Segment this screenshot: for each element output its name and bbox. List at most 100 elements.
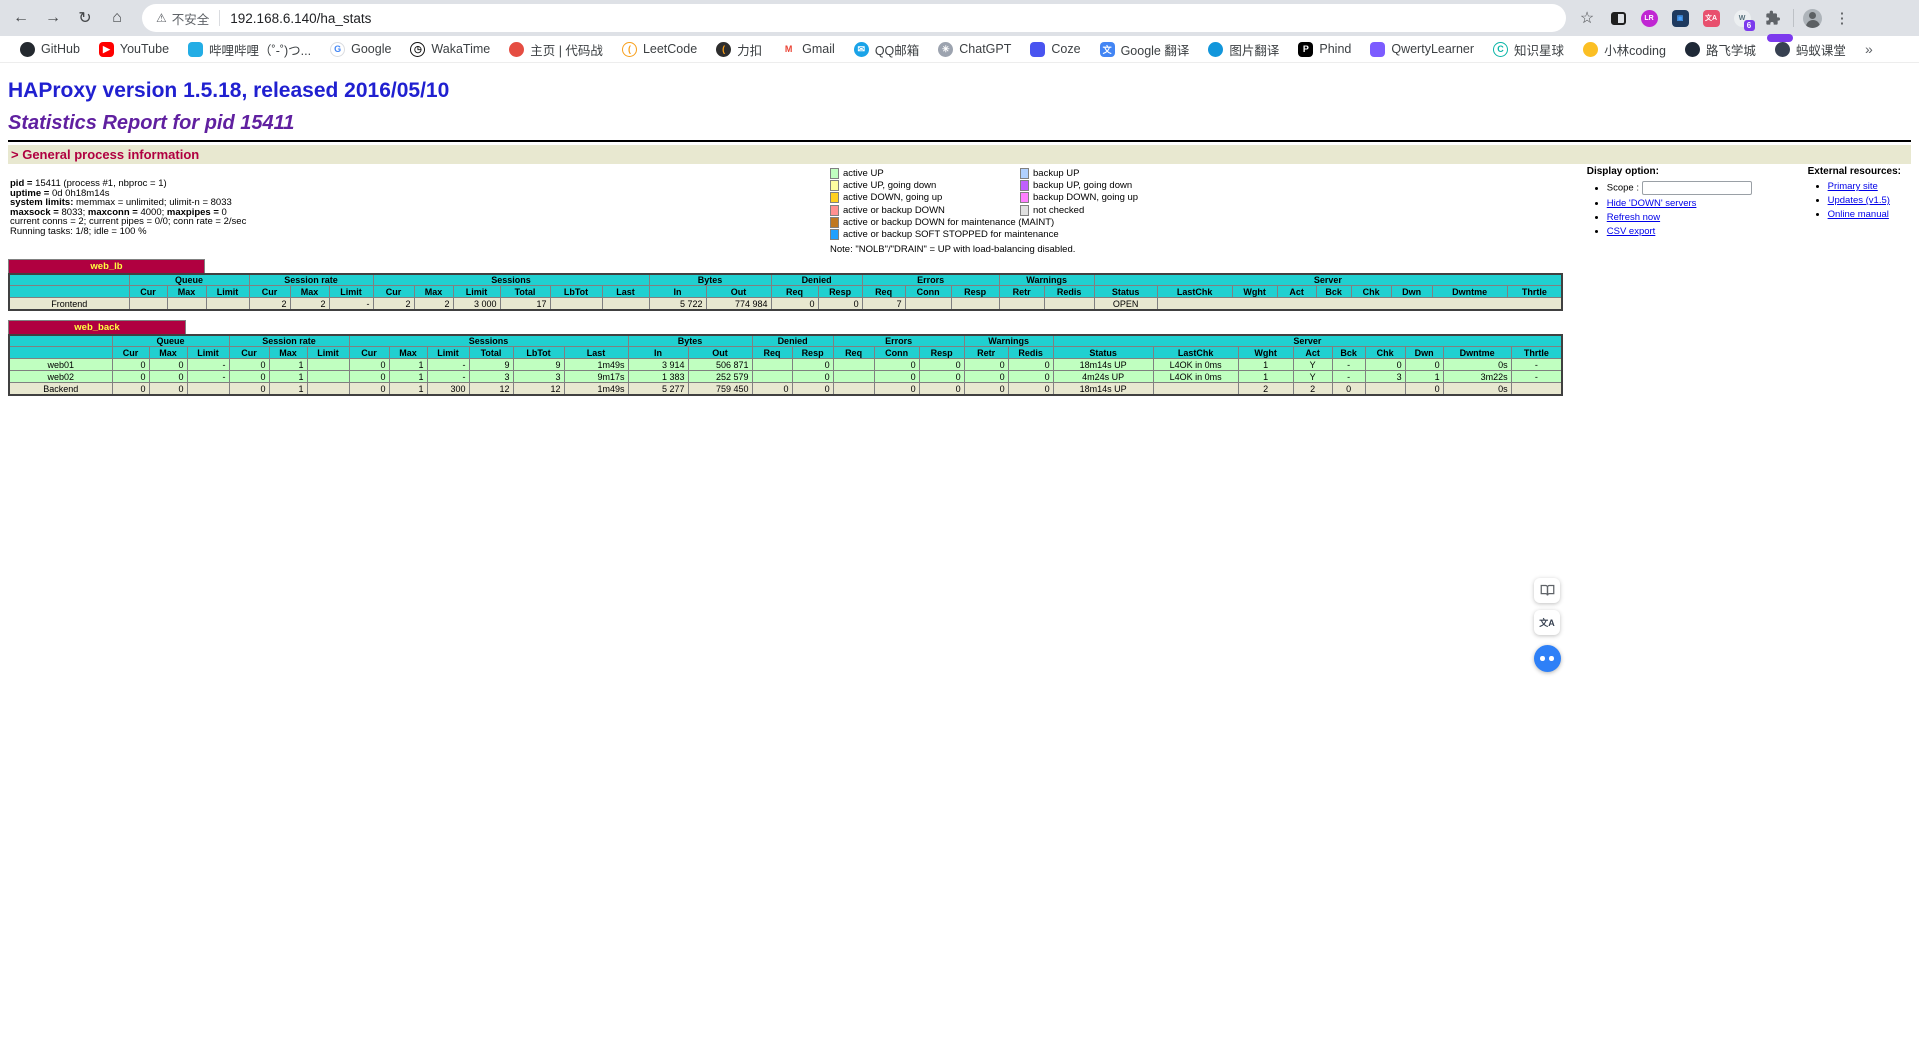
home-button[interactable]: ⌂: [104, 5, 130, 31]
bookmark-image-translate[interactable]: 图片翻译: [1208, 40, 1279, 59]
stat-cell: 759 450: [688, 383, 752, 395]
daimazhan-favicon: [509, 42, 524, 57]
bookmark-phind[interactable]: PPhind: [1298, 42, 1351, 57]
external-resource-link-0[interactable]: Primary site: [1828, 181, 1878, 192]
column-header: LastChk: [1157, 286, 1232, 298]
bookmarks-overflow-button[interactable]: »: [1865, 41, 1873, 57]
group-header: Queue: [129, 274, 249, 286]
external-resource-link-2[interactable]: Online manual: [1828, 209, 1889, 220]
bookmark-coze[interactable]: Coze: [1030, 42, 1080, 57]
column-header: Last: [602, 286, 649, 298]
stat-cell: [307, 383, 349, 395]
url-text[interactable]: 192.168.6.140/ha_stats: [230, 11, 371, 26]
column-header: Last: [564, 347, 628, 359]
column-header: Limit: [206, 286, 249, 298]
side-panel-button[interactable]: [1607, 7, 1629, 29]
chatgpt-favicon: ✳: [938, 42, 953, 57]
stat-cell: 0: [792, 359, 833, 371]
group-header: Queue: [112, 335, 229, 347]
column-header: Out: [688, 347, 752, 359]
stat-cell: [1365, 383, 1405, 395]
capture-extension-button[interactable]: ▣: [1669, 7, 1691, 29]
forward-icon: →: [45, 9, 61, 27]
assistant-float-button[interactable]: [1534, 645, 1561, 672]
stat-cell: 2: [290, 298, 329, 310]
column-header: Max: [167, 286, 206, 298]
stat-cell: [307, 371, 349, 383]
bookmark-qwerty-learner[interactable]: QwertyLearner: [1370, 42, 1474, 57]
bookmark-zhishixingqiu[interactable]: C知识星球: [1493, 40, 1564, 59]
back-button[interactable]: ←: [8, 5, 34, 31]
bookmark-mayi-ketang[interactable]: 蚂蚁课堂: [1775, 40, 1846, 59]
bookmark-lufei-xuecheng[interactable]: 路飞学城: [1685, 40, 1756, 59]
column-header: Chk: [1365, 347, 1405, 359]
bookmark-label: 蚂蚁课堂: [1796, 40, 1846, 59]
stats-table: QueueSession rateSessionsBytesDeniedErro…: [8, 273, 1563, 311]
translate-extension-button[interactable]: 文A: [1700, 7, 1722, 29]
back-icon: ←: [13, 9, 29, 27]
wappalyzer-extension-button[interactable]: W6: [1731, 7, 1753, 29]
external-resource-link-1[interactable]: Updates (v1.5): [1828, 195, 1890, 206]
forward-button[interactable]: →: [40, 5, 66, 31]
haproxy-version-link[interactable]: HAProxy version 1.5.18, released 2016/05…: [8, 79, 449, 102]
bookmark-google-translate[interactable]: 文Google 翻译: [1100, 40, 1190, 59]
stat-cell: 0: [149, 383, 187, 395]
bookmark-github[interactable]: GitHub: [20, 42, 80, 57]
stat-value: 0: [956, 372, 961, 383]
bookmark-likou[interactable]: (力扣: [716, 40, 762, 59]
page-title: HAProxy version 1.5.18, released 2016/05…: [8, 79, 1911, 103]
security-label[interactable]: 不安全: [172, 9, 210, 28]
stat-value: 17: [537, 299, 547, 310]
scope-input[interactable]: [1642, 181, 1752, 195]
profile-avatar[interactable]: [1803, 9, 1822, 28]
column-header: Wght: [1238, 347, 1293, 359]
bookmark-youtube[interactable]: ▶YouTube: [99, 42, 169, 57]
stat-cell: 0: [874, 359, 919, 371]
group-header: [9, 274, 129, 286]
reload-icon: ↻: [78, 8, 91, 28]
display-option-link-1[interactable]: Refresh now: [1607, 212, 1660, 223]
extensions-puzzle-button[interactable]: [1762, 7, 1784, 29]
lr-extension-button[interactable]: LR: [1638, 7, 1660, 29]
book-icon: [1540, 583, 1555, 598]
legend-item: active or backup SOFT STOPPED for mainte…: [830, 229, 1059, 240]
bookmark-star-icon[interactable]: ☆: [1576, 7, 1598, 29]
bookmark-chatgpt[interactable]: ✳ChatGPT: [938, 42, 1011, 57]
bookmark-qqmail[interactable]: ✉QQ邮箱: [854, 40, 919, 59]
browser-menu-button[interactable]: ⋮: [1831, 7, 1853, 29]
stat-cell: 774 984: [706, 298, 771, 310]
legend-swatch: [1020, 168, 1029, 179]
bookmark-gmail[interactable]: MGmail: [781, 42, 835, 57]
stat-cell: 1m49s: [564, 359, 628, 371]
proxy-name-link[interactable]: web_lb: [90, 261, 122, 272]
translate-float-button[interactable]: 文A: [1534, 610, 1560, 635]
display-option-link-0[interactable]: Hide 'DOWN' servers: [1607, 198, 1697, 209]
bookmark-google[interactable]: GGoogle: [330, 42, 391, 57]
column-header-row: CurMaxLimitCurMaxLimitCurMaxLimitTotalLb…: [9, 286, 1562, 298]
bookmark-xiaolin-coding[interactable]: 小林coding: [1583, 40, 1666, 59]
stat-cell: 18m14s UP: [1053, 383, 1153, 395]
legend-item: backup UP: [1020, 168, 1210, 179]
group-header: Bytes: [649, 274, 771, 286]
reload-button[interactable]: ↻: [72, 5, 98, 31]
bookmark-bilibili[interactable]: 哔哩哔哩（˚-˚)つ...: [188, 40, 311, 59]
proxy-tables: web_lbQueueSession rateSessionsBytesDeni…: [8, 259, 1911, 396]
stat-cell: [752, 371, 792, 383]
group-header: Denied: [752, 335, 833, 347]
address-bar[interactable]: ⚠ 不安全 192.168.6.140/ha_stats: [142, 4, 1566, 32]
stat-cell: [905, 298, 951, 310]
column-header-row: CurMaxLimitCurMaxLimitCurMaxLimitTotalLb…: [9, 347, 1562, 359]
column-header: Cur: [349, 347, 389, 359]
bookmark-daimazhan[interactable]: 主页 | 代码战: [509, 40, 603, 59]
bookmark-leetcode[interactable]: (LeetCode: [622, 42, 697, 57]
stat-cell: [833, 359, 874, 371]
display-option-link-2[interactable]: CSV export: [1607, 226, 1656, 237]
bookmark-wakatime[interactable]: ◷WakaTime: [410, 42, 490, 57]
likou-favicon: (: [716, 42, 731, 57]
reading-mode-button[interactable]: [1534, 578, 1560, 603]
external-resources: External resources: Primary siteUpdates …: [1808, 166, 1901, 240]
stat-cell: 1: [269, 371, 307, 383]
legend-item: active or backup DOWN: [830, 205, 1020, 216]
proxy-name-link[interactable]: web_back: [74, 322, 119, 333]
stat-cell: 17: [500, 298, 550, 310]
